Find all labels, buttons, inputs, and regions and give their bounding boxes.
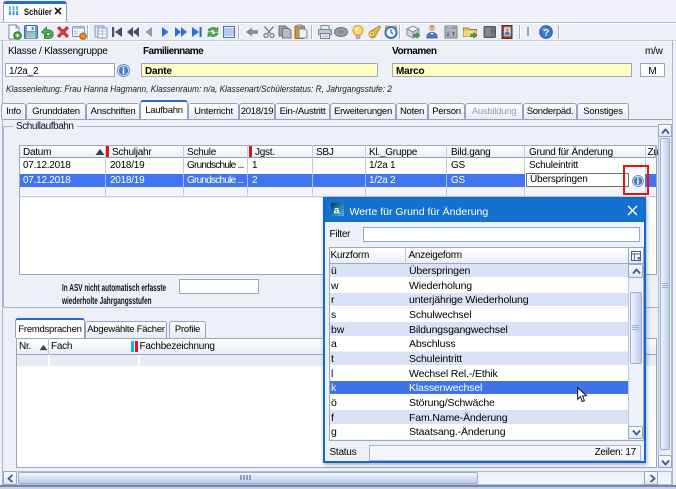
svg-text:TO: TO (447, 25, 452, 29)
svg-text:?: ? (543, 27, 549, 38)
